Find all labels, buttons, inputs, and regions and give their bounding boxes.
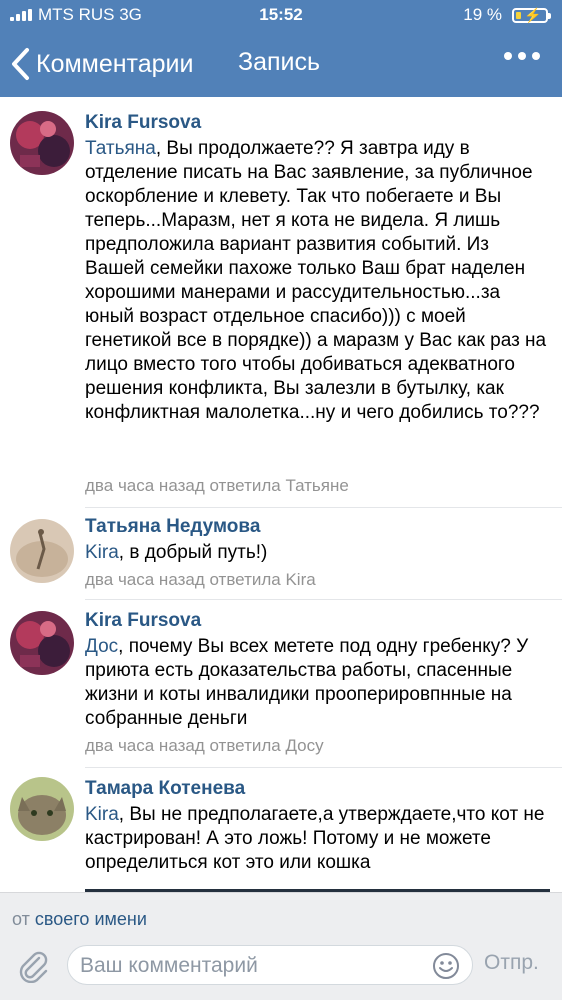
divider [85, 599, 562, 600]
comment-text: Татьяна, Вы продолжаете?? Я завтра иду в… [85, 137, 550, 425]
back-label: Комментарии [36, 49, 194, 78]
comment-text: Дос, почему Вы всех метете под одну греб… [85, 635, 550, 731]
comment-author[interactable]: Kira Fursova [85, 111, 201, 135]
comment-author[interactable]: Тамара Котенева [85, 777, 245, 801]
comment-meta[interactable]: два часа назад ответила Татьяне [85, 475, 349, 497]
comment-meta[interactable]: два часа назад ответила Kira [85, 569, 316, 591]
smile-icon[interactable] [432, 952, 460, 985]
chevron-left-icon [10, 47, 30, 81]
avatar[interactable] [10, 519, 74, 583]
page-title: Запись [238, 48, 321, 76]
status-bar: MTS RUS 3G 15:52 19 % ⚡ [0, 0, 562, 30]
mention-link[interactable]: Kira [85, 804, 119, 825]
comment-body: , почему Вы всех метете под одну гребенк… [85, 636, 529, 729]
battery-percent: 19 % [463, 5, 502, 24]
comment-body: , в добрый путь!) [118, 542, 268, 563]
comment-input[interactable] [78, 950, 422, 982]
mention-link[interactable]: Татьяна [85, 138, 156, 159]
divider [85, 767, 562, 768]
comment-author[interactable]: Татьяна Недумова [85, 515, 260, 539]
avatar[interactable] [10, 111, 74, 175]
charging-bolt-icon: ⚡ [524, 7, 542, 23]
comment-text: Kira, Вы не предполагаете,а утверждаете,… [85, 803, 550, 875]
comment-composer: от своего имени Отпр. [0, 892, 562, 1000]
comments-feed[interactable]: Kira Fursova Татьяна, Вы продолжаете?? Я… [0, 97, 562, 892]
send-button[interactable]: Отпр. [484, 951, 539, 975]
app-header: MTS RUS 3G 15:52 19 % ⚡ Комментарии Запи… [0, 0, 562, 97]
comment-meta[interactable]: два часа назад ответила Досу [85, 735, 324, 757]
mention-link[interactable]: Kira [85, 542, 119, 563]
post-as-prefix: от [12, 909, 30, 929]
post-as-selector[interactable]: своего имени [35, 909, 147, 929]
comment-text: Kira, в добрый путь!) [85, 541, 550, 565]
comment-body: , Вы не предполагаете,а утверждаете,что … [85, 804, 545, 873]
avatar[interactable] [10, 777, 74, 841]
post-as-line: от своего имени [12, 909, 147, 930]
more-dots-icon[interactable] [504, 52, 540, 60]
divider [85, 507, 562, 508]
comment-input-wrapper [67, 945, 473, 985]
comment-author[interactable]: Kira Fursova [85, 609, 201, 633]
avatar[interactable] [10, 611, 74, 675]
paperclip-icon[interactable] [16, 949, 50, 988]
nav-bar: Комментарии Запись [0, 30, 562, 97]
battery-icon: ⚡ [512, 7, 551, 23]
comment-body: , Вы продолжаете?? Я завтра иду в отделе… [85, 138, 547, 423]
mention-link[interactable]: Дос [85, 636, 118, 657]
back-button[interactable]: Комментарии [10, 46, 193, 82]
